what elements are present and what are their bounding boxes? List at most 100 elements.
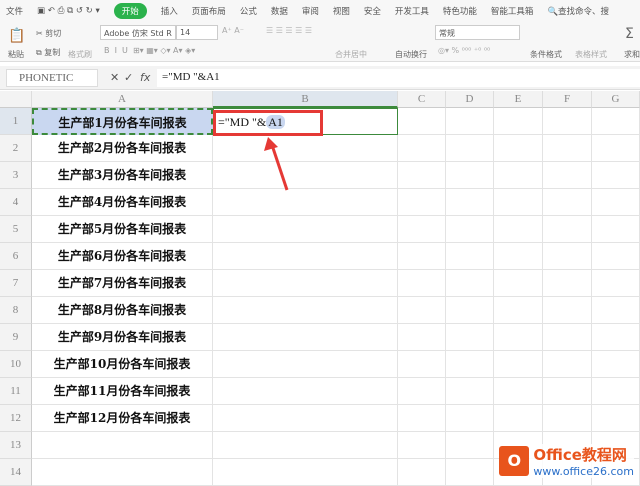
row-header-14[interactable]: 14	[0, 459, 32, 486]
cell-A2[interactable]: 生产部2月份各车间报表	[32, 135, 213, 162]
wrap-text-button[interactable]: 自动换行	[395, 49, 427, 60]
tab-features[interactable]: 特色功能	[443, 5, 477, 17]
cell-F6[interactable]	[543, 243, 592, 270]
cell-A4[interactable]: 生产部4月份各车间报表	[32, 189, 213, 216]
paste-button[interactable]: 粘贴	[8, 49, 24, 60]
cell-C13[interactable]	[398, 432, 446, 459]
row-header-6[interactable]: 6	[0, 243, 32, 270]
row-header-2[interactable]: 2	[0, 135, 32, 162]
row-header-1[interactable]: 1	[0, 108, 32, 135]
cell-F7[interactable]	[543, 270, 592, 297]
cell-D3[interactable]	[446, 162, 494, 189]
cell-C11[interactable]	[398, 378, 446, 405]
cell-B13[interactable]	[213, 432, 398, 459]
cell-E3[interactable]	[494, 162, 543, 189]
cell-G9[interactable]	[592, 324, 640, 351]
cell-B8[interactable]	[213, 297, 398, 324]
cell-B6[interactable]	[213, 243, 398, 270]
number-format-select[interactable]: 常规	[435, 25, 520, 40]
cell-A5[interactable]: 生产部5月份各车间报表	[32, 216, 213, 243]
tab-page-layout[interactable]: 页面布局	[192, 5, 226, 17]
cell-B5[interactable]	[213, 216, 398, 243]
cell-G7[interactable]	[592, 270, 640, 297]
fx-icon[interactable]: fx	[140, 71, 150, 84]
cell-E9[interactable]	[494, 324, 543, 351]
cell-F12[interactable]	[543, 405, 592, 432]
cell-F1[interactable]	[543, 108, 592, 135]
cell-F2[interactable]	[543, 135, 592, 162]
cell-G1[interactable]	[592, 108, 640, 135]
cancel-icon[interactable]: ✕	[110, 71, 119, 84]
column-header-G[interactable]: G	[592, 91, 640, 108]
font-style-buttons[interactable]: B I U ⊞▾ ▦▾ ◇▾ A▾ ◈▾	[104, 46, 195, 55]
cell-C5[interactable]	[398, 216, 446, 243]
copy-button[interactable]: ⧉ 复制	[36, 47, 60, 58]
search-command[interactable]: 🔍查找命令、搜	[547, 5, 623, 17]
cell-A7[interactable]: 生产部7月份各车间报表	[32, 270, 213, 297]
cell-G6[interactable]	[592, 243, 640, 270]
cell-A8[interactable]: 生产部8月份各车间报表	[32, 297, 213, 324]
formula-input[interactable]: ="MD "&A1	[157, 69, 640, 87]
cell-B11[interactable]	[213, 378, 398, 405]
cell-F3[interactable]	[543, 162, 592, 189]
cell-D1[interactable]	[446, 108, 494, 135]
merge-button[interactable]: 合并居中	[335, 49, 367, 60]
cell-F4[interactable]	[543, 189, 592, 216]
cell-B3[interactable]	[213, 162, 398, 189]
cell-C14[interactable]	[398, 459, 446, 486]
cell-F9[interactable]	[543, 324, 592, 351]
align-icons[interactable]: ☰ ☰ ☰ ☰ ☰	[266, 26, 312, 35]
cell-B12[interactable]	[213, 405, 398, 432]
font-select[interactable]: Adobe 仿宋 Std R	[100, 25, 176, 40]
cell-E11[interactable]	[494, 378, 543, 405]
cell-D9[interactable]	[446, 324, 494, 351]
cell-D2[interactable]	[446, 135, 494, 162]
cell-F5[interactable]	[543, 216, 592, 243]
cell-C9[interactable]	[398, 324, 446, 351]
number-format-icons[interactable]: ◎▾ % ⁰⁰⁰ ⁺⁰ ⁰⁰	[438, 46, 490, 55]
cell-B10[interactable]	[213, 351, 398, 378]
cell-D6[interactable]	[446, 243, 494, 270]
cell-A12[interactable]: 生产部12月份各车间报表	[32, 405, 213, 432]
cell-G11[interactable]	[592, 378, 640, 405]
cell-G3[interactable]	[592, 162, 640, 189]
column-header-A[interactable]: A	[32, 91, 213, 108]
cell-A13[interactable]	[32, 432, 213, 459]
cell-A9[interactable]: 生产部9月份各车间报表	[32, 324, 213, 351]
cell-B14[interactable]	[213, 459, 398, 486]
cell-E4[interactable]	[494, 189, 543, 216]
tab-view[interactable]: 视图	[333, 5, 350, 17]
cell-F8[interactable]	[543, 297, 592, 324]
tab-smart-tools[interactable]: 智能工具箱	[491, 5, 534, 17]
cell-E12[interactable]	[494, 405, 543, 432]
tab-insert[interactable]: 插入	[161, 5, 178, 17]
font-size-select[interactable]: 14	[176, 25, 218, 40]
tab-formulas[interactable]: 公式	[240, 5, 257, 17]
row-header-8[interactable]: 8	[0, 297, 32, 324]
cell-D14[interactable]	[446, 459, 494, 486]
cell-C12[interactable]	[398, 405, 446, 432]
column-header-D[interactable]: D	[446, 91, 494, 108]
cell-D8[interactable]	[446, 297, 494, 324]
tab-data[interactable]: 数据	[271, 5, 288, 17]
row-header-7[interactable]: 7	[0, 270, 32, 297]
row-header-13[interactable]: 13	[0, 432, 32, 459]
format-painter-button[interactable]: 格式刷	[68, 49, 92, 60]
cell-G4[interactable]	[592, 189, 640, 216]
cell-G12[interactable]	[592, 405, 640, 432]
cell-C4[interactable]	[398, 189, 446, 216]
row-header-5[interactable]: 5	[0, 216, 32, 243]
cell-B9[interactable]	[213, 324, 398, 351]
select-all-corner[interactable]	[0, 91, 32, 108]
cell-A3[interactable]: 生产部3月份各车间报表	[32, 162, 213, 189]
cut-button[interactable]: ✂ 剪切	[36, 28, 61, 39]
tab-review[interactable]: 审阅	[302, 5, 319, 17]
row-header-4[interactable]: 4	[0, 189, 32, 216]
cell-B7[interactable]	[213, 270, 398, 297]
cell-E10[interactable]	[494, 351, 543, 378]
cell-G2[interactable]	[592, 135, 640, 162]
cell-D11[interactable]	[446, 378, 494, 405]
cell-C3[interactable]	[398, 162, 446, 189]
cell-G8[interactable]	[592, 297, 640, 324]
font-grow-shrink-icons[interactable]: A⁺ A⁻	[222, 26, 244, 35]
